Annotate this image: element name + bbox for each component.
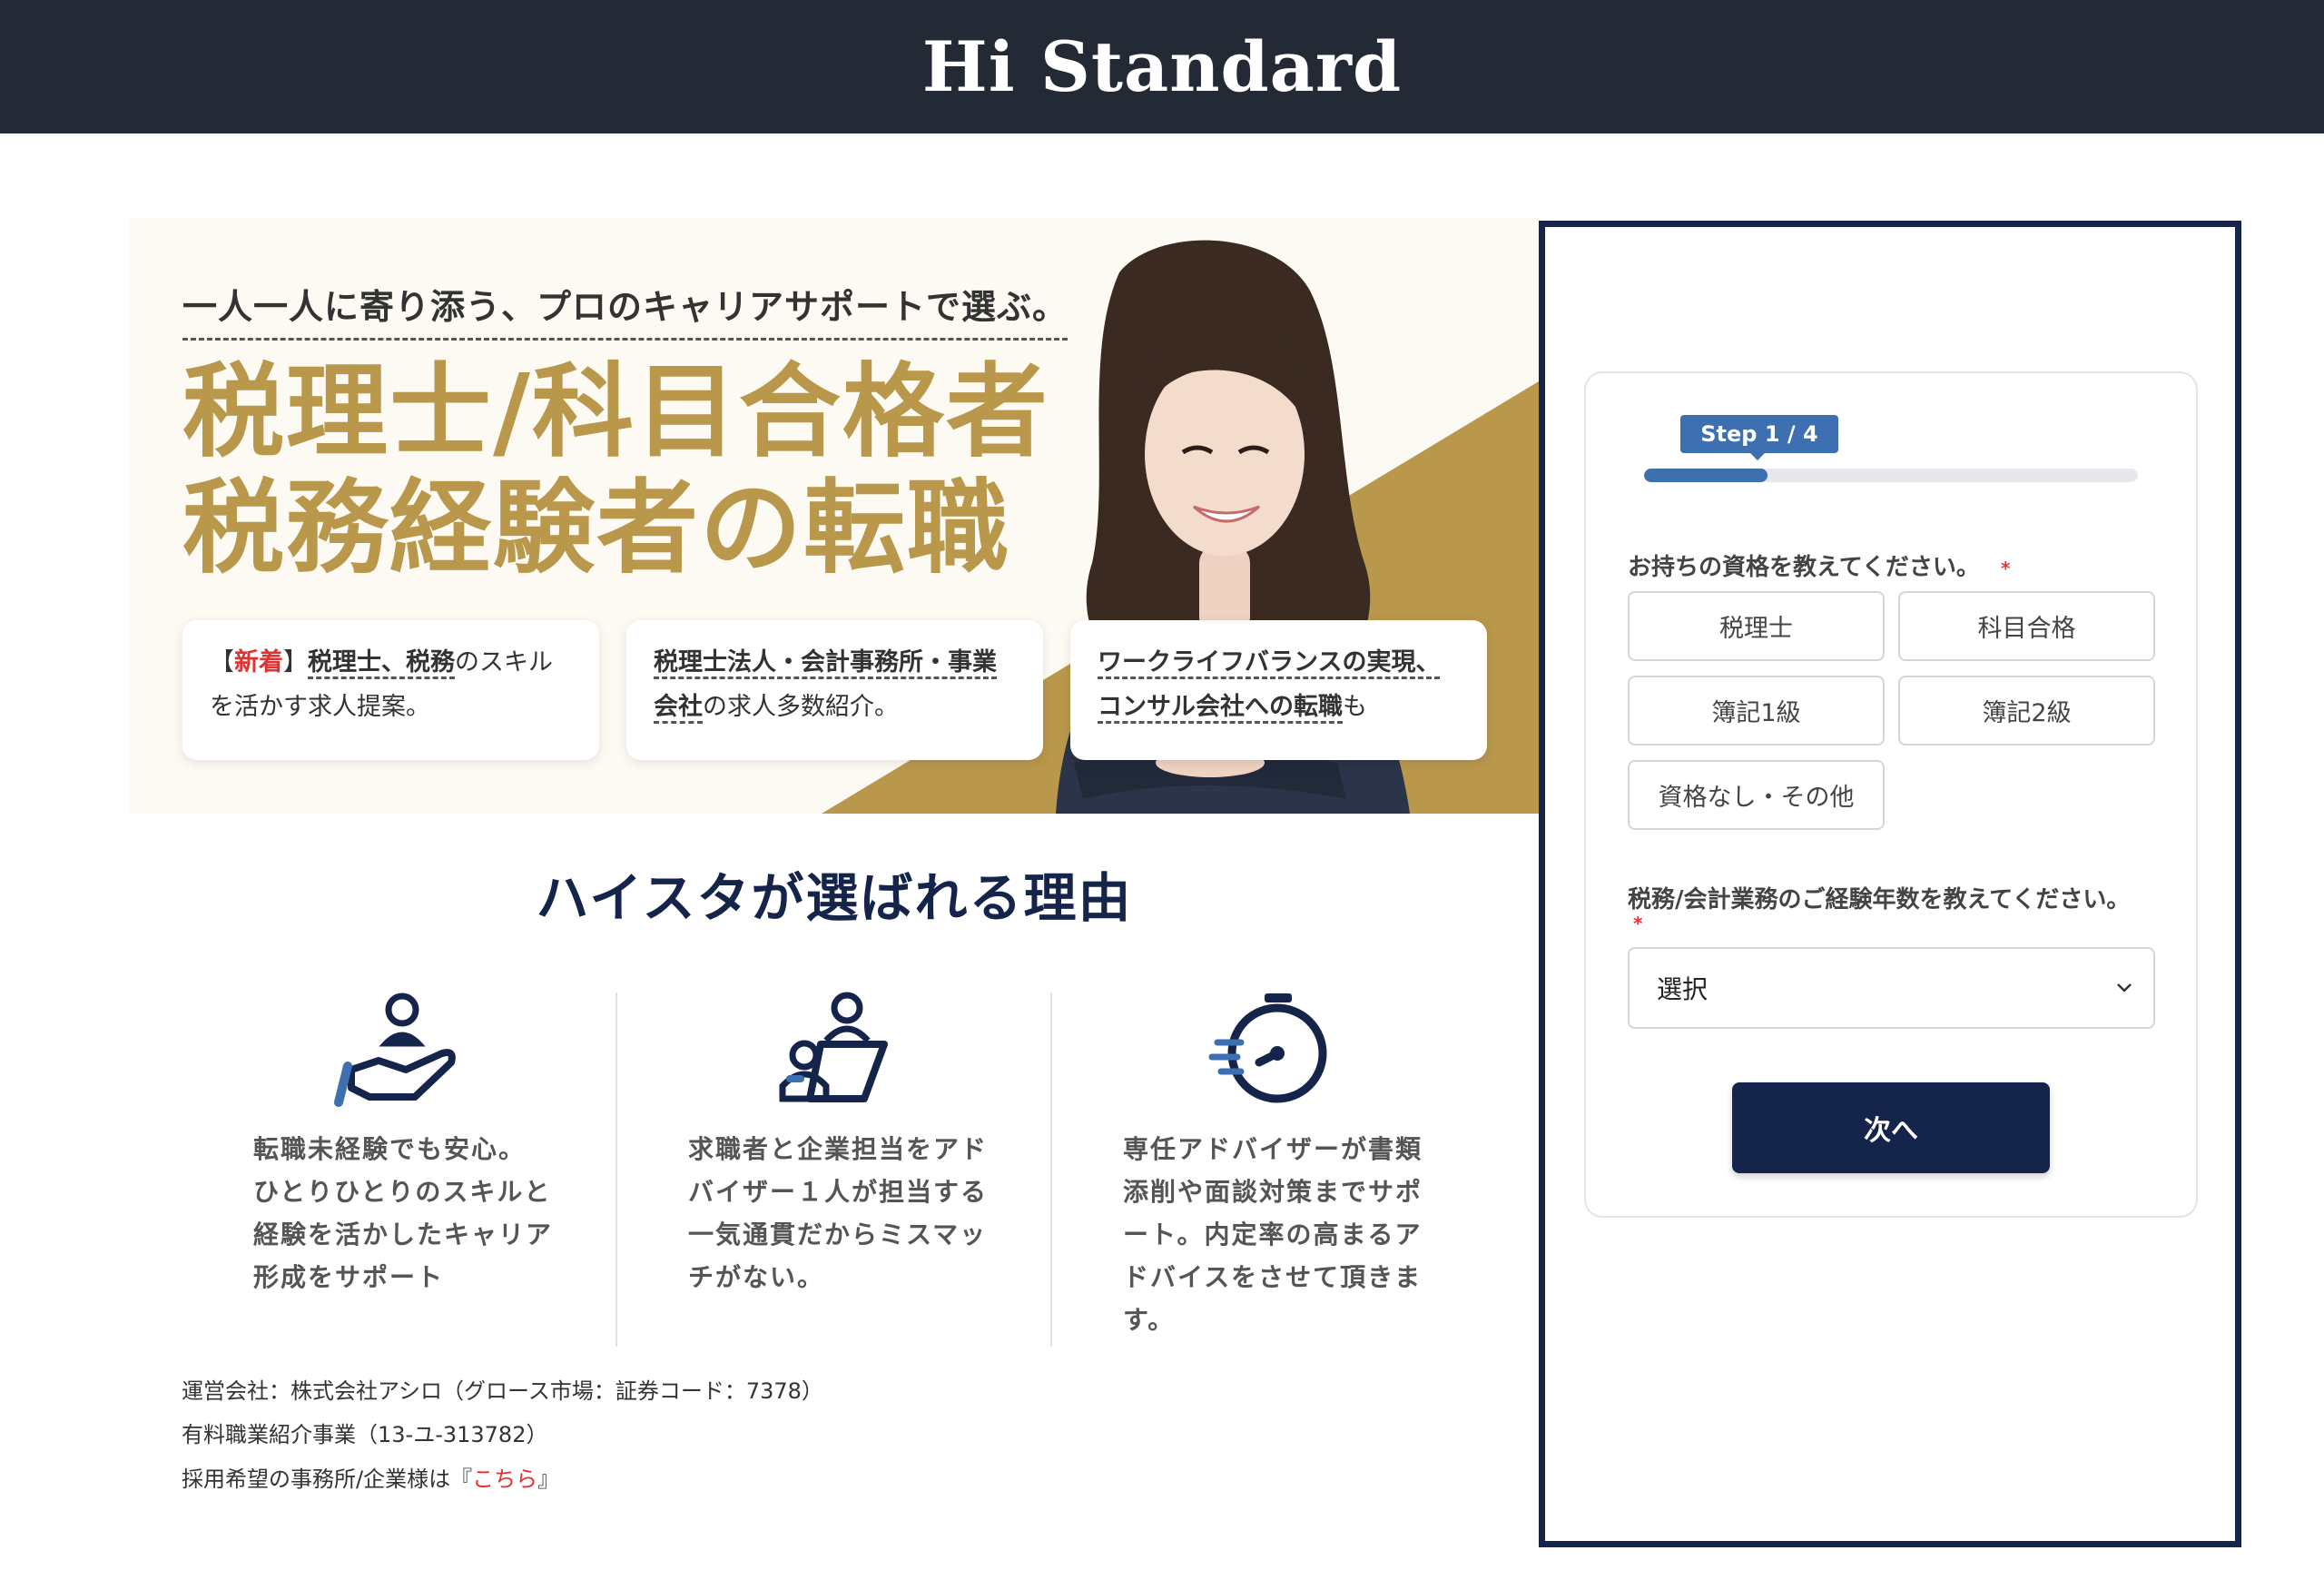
reasons-heading: ハイスタが選ばれる理由 xyxy=(536,867,1133,929)
hero-card-1-line-2: を活かす求人提案。 xyxy=(210,693,430,721)
advisor-meeting-icon xyxy=(779,992,888,1102)
progress-bar-fill xyxy=(1644,469,1768,482)
option-none-other[interactable]: 資格なし・その他 xyxy=(1628,760,1885,830)
hero-lead-copy: 一人一人に寄り添う、プロのキャリアサポートで選ぶ。 xyxy=(182,279,1068,341)
next-button[interactable]: 次へ xyxy=(1732,1082,2050,1173)
hero-title: 税理士/科目合格者 税務経験者の転職 xyxy=(182,354,1049,587)
reason-text-3: 専任アドバイザーが書類添削や面談対策までサポート。内定率の高まるアドバイスをさせ… xyxy=(1123,1134,1423,1335)
option-bookkeeping-1[interactable]: 簿記1級 xyxy=(1628,676,1885,746)
progress-bar xyxy=(1644,469,2138,482)
question-qualification-label: お持ちの資格を教えてください。 xyxy=(1628,554,1980,581)
question-qualification: お持ちの資格を教えてください。 * xyxy=(1628,548,2010,582)
hero-card-1-rest: のスキル xyxy=(455,648,553,676)
question-experience: 税務/会計業務のご経験年数を教えてください。 * xyxy=(1628,881,2130,933)
reason-text-1: 転職未経験でも安心。ひとりひとりのスキルと経験を活かしたキャリア形成をサポート xyxy=(253,1134,554,1292)
footer-recruit: 採用希望の事務所/企業様は『こちら』 xyxy=(182,1461,559,1493)
required-mark: * xyxy=(1633,913,1643,934)
hero-card-1-line-1: 【新着】税理士、税務のスキル xyxy=(210,640,572,685)
hero-card-3-rest: も xyxy=(1343,693,1367,721)
hero-feature-card-2: 税理士法人・会計事務所・事業 会社の求人多数紹介。 xyxy=(626,620,1043,760)
hero-card-3-highlight-2: コンサル会社への転職 xyxy=(1098,693,1343,724)
footer-license: 有料職業紹介事業（13-ユ-313782） xyxy=(182,1422,548,1447)
reason-text-2: 求職者と企業担当をアドバイザー１人が担当する一気通貫だからミスマッチがない。 xyxy=(688,1134,989,1292)
footer-recruit-suffix: 』 xyxy=(537,1467,560,1492)
hero-banner: 一人一人に寄り添う、プロのキャリアサポートで選ぶ。 税理士/科目合格者 税務経験… xyxy=(130,218,1539,814)
hero-card-2-line-2: 会社の求人多数紹介。 xyxy=(654,685,1016,729)
chevron-down-icon xyxy=(2117,983,2132,993)
experience-select[interactable]: 選択 xyxy=(1628,947,2155,1029)
new-badge-text: 新着 xyxy=(234,648,283,676)
site-logo[interactable]: Hi Standard xyxy=(922,26,1402,107)
hero-title-line-1: 税理士/科目合格者 xyxy=(182,352,1049,471)
step-indicator-notch xyxy=(1748,451,1767,460)
hero-card-2-rest: の求人多数紹介。 xyxy=(703,693,899,721)
footer-recruit-prefix: 採用希望の事務所/企業様は『 xyxy=(182,1467,473,1492)
required-mark: * xyxy=(2000,558,2011,579)
question-experience-label: 税務/会計業務のご経験年数を教えてください。 xyxy=(1628,886,2131,914)
hero-card-3-line-2: コンサル会社への転職も xyxy=(1098,685,1460,729)
hero-card-3-line-1: ワークライフバランスの実現、 xyxy=(1098,640,1460,685)
hero-card-2-line-1: 税理士法人・会計事務所・事業 xyxy=(654,640,1016,685)
option-tax-accountant[interactable]: 税理士 xyxy=(1628,591,1885,661)
option-subject-pass[interactable]: 科目合格 xyxy=(1898,591,2155,661)
bracket-close: 】 xyxy=(283,648,308,676)
footer-recruit-link[interactable]: こちら xyxy=(472,1467,537,1492)
footer-company: 運営会社：株式会社アシロ（グロース市場：証券コード：7378） xyxy=(182,1378,823,1404)
hero-feature-card-3: ワークライフバランスの実現、 コンサル会社への転職も xyxy=(1070,620,1487,760)
stopwatch-icon xyxy=(1208,993,1327,1103)
hero-card-2-highlight-1: 税理士法人・会計事務所・事業 xyxy=(654,648,997,679)
reason-item-3: 専任アドバイザーが書類添削や面談対策までサポート。内定率の高まるアドバイスをさせ… xyxy=(1000,990,1433,1346)
hero-card-1-highlight: 税理士、税務 xyxy=(308,648,455,679)
bracket-open: 【 xyxy=(210,648,234,676)
step-indicator: Step 1 / 4 xyxy=(1680,415,1838,453)
hero-title-line-2: 税務経験者の転職 xyxy=(182,469,1010,588)
option-bookkeeping-2[interactable]: 簿記2級 xyxy=(1898,676,2155,746)
experience-select-value: 選択 xyxy=(1657,974,1709,1004)
reason-item-1: 転職未経験でも安心。ひとりひとりのスキルと経験を活かしたキャリア形成をサポート xyxy=(130,990,564,1346)
hand-person-icon xyxy=(334,993,456,1107)
site-header: Hi Standard xyxy=(0,0,2324,133)
hero-feature-card-1: 【新着】税理士、税務のスキル を活かす求人提案。 xyxy=(182,620,599,760)
hero-card-2-highlight-2: 会社 xyxy=(654,693,703,724)
hero-card-3-highlight-1: ワークライフバランスの実現、 xyxy=(1098,648,1441,679)
reason-item-2: 求職者と企業担当をアドバイザー１人が担当する一気通貫だからミスマッチがない。 xyxy=(565,990,999,1346)
